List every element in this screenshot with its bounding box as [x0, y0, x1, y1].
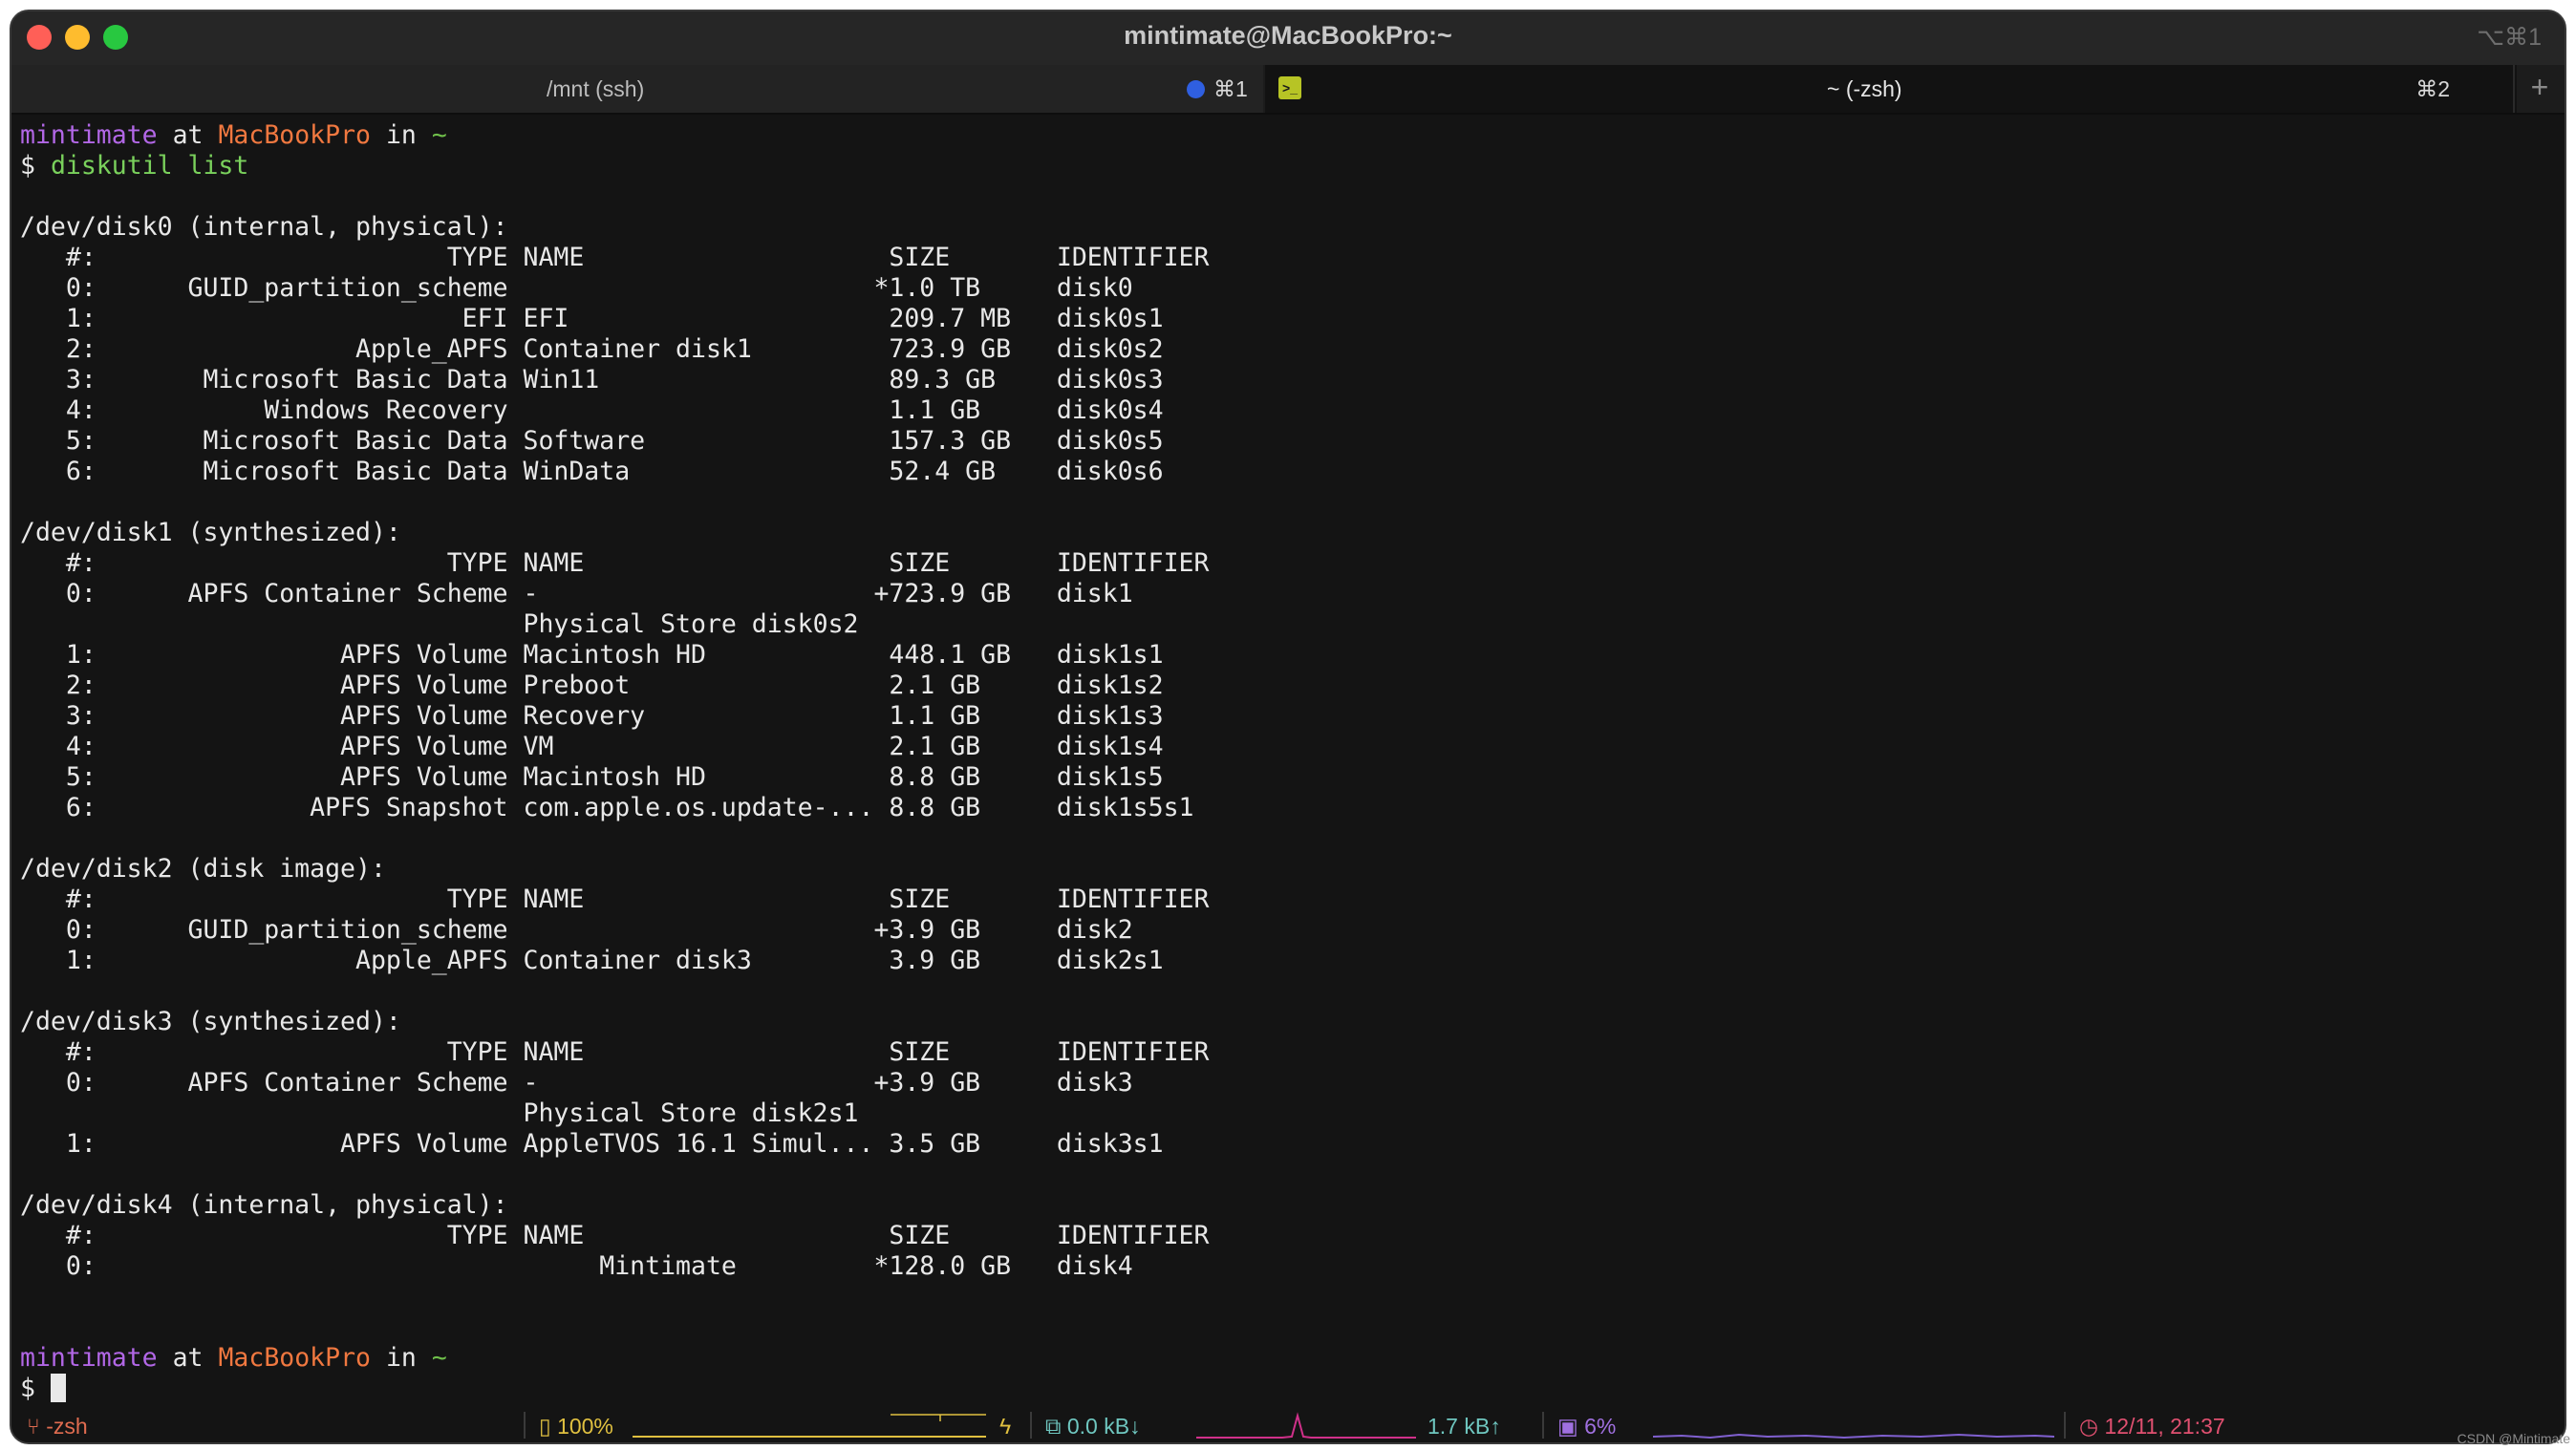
tab-shortcut: ⌘1 [1213, 76, 1248, 101]
output-line: #: TYPE NAME SIZE IDENTIFIER [65, 885, 1210, 914]
prompt-user: mintimate [20, 1343, 158, 1373]
prompt-symbol: $ [20, 1374, 35, 1403]
shell-label: -zsh [46, 1414, 88, 1439]
status-bar: ⑂ -zsh ▯ 100% ϟ ⧉ 0.0 kB↓ 1.7 kB↑ ▣ 6% ◷… [11, 1408, 2565, 1442]
window-shortcut: ⌥⌘1 [2477, 24, 2542, 51]
output-line: 2: APFS Volume Preboot 2.1 GB disk1s2 [65, 671, 1164, 700]
tab-ssh[interactable]: /mnt (ssh) ⌘1 [11, 65, 1263, 113]
divider [524, 1412, 526, 1439]
divider [1542, 1412, 1544, 1439]
output-line: /dev/disk4 (internal, physical): [20, 1190, 508, 1220]
output-line: 0: Mintimate *128.0 GB disk4 [65, 1251, 1133, 1281]
branch-icon: ⑂ [27, 1414, 40, 1439]
output-line: 6: Microsoft Basic Data WinData 52.4 GB … [65, 457, 1164, 486]
network-down-status: ⧉ 0.0 kB↓ [1045, 1414, 1141, 1439]
clock-icon: ◷ [2079, 1414, 2099, 1439]
tab-bar: /mnt (ssh) ⌘1 >_ ~ (-zsh) ⌘2 + [11, 65, 2565, 115]
prompt-dir: ~ [431, 120, 447, 150]
prompt-in: in [385, 1343, 417, 1373]
output-line: 4: APFS Volume VM 2.1 GB disk1s4 [65, 732, 1164, 761]
terminal-session[interactable]: mintimate at MacBookPro in ~ $ diskutil … [11, 115, 2565, 1414]
title-bar[interactable]: mintimate@MacBookPro:~ ⌥⌘1 [11, 11, 2565, 65]
tab-zsh[interactable]: >_ ~ (-zsh) ⌘2 [1265, 65, 2517, 113]
divider [2064, 1412, 2066, 1439]
tab-title: ~ (-zsh) [1827, 76, 1902, 101]
output-line: 0: GUID_partition_scheme +3.9 GB disk2 [65, 915, 1133, 945]
terminal-output: mintimate at MacBookPro in ~ $ diskutil … [11, 115, 2565, 1404]
network-down-label: 0.0 kB↓ [1066, 1414, 1141, 1439]
prompt-symbol: $ [20, 151, 35, 181]
battery-status: ▯ 100% [539, 1414, 613, 1439]
terminal-prompt-icon: >_ [1278, 76, 1301, 99]
new-tab-plus-icon[interactable]: + [2513, 65, 2565, 113]
tab-title: /mnt (ssh) [547, 76, 645, 101]
prompt-at: at [172, 120, 204, 150]
clock-status: ◷ 12/11, 21:37 [2079, 1414, 2225, 1439]
output-line: 1: EFI EFI 209.7 MB disk0s1 [65, 304, 1164, 333]
battery-label: 100% [557, 1414, 613, 1439]
battery-graph [633, 1414, 986, 1438]
prompt-host: MacBookPro [218, 120, 371, 150]
output-line: /dev/disk1 (synthesized): [20, 518, 401, 547]
output-line: Physical Store disk0s2 [523, 609, 859, 639]
output-line: 5: Microsoft Basic Data Software 157.3 G… [65, 426, 1164, 456]
output-line: 3: APFS Volume Recovery 1.1 GB disk1s3 [65, 701, 1164, 731]
cpu-status: ▣ 6% [1557, 1414, 1616, 1439]
output-line: #: TYPE NAME SIZE IDENTIFIER [65, 1221, 1210, 1250]
output-line: 4: Windows Recovery 1.1 GB disk0s4 [65, 395, 1164, 425]
output-line: 1: Apple_APFS Container disk3 3.9 GB dis… [65, 946, 1164, 975]
output-line: /dev/disk2 (disk image): [20, 854, 386, 884]
window-title: mintimate@MacBookPro:~ [1124, 21, 1452, 50]
output-line: 1: APFS Volume AppleTVOS 16.1 Simul... 3… [65, 1129, 1164, 1159]
output-line: 0: APFS Container Scheme - +3.9 GB disk3 [65, 1068, 1133, 1098]
divider [1030, 1412, 1032, 1439]
output-line: 1: APFS Volume Macintosh HD 448.1 GB dis… [65, 640, 1164, 670]
tab-shortcut: ⌘2 [2415, 76, 2450, 101]
shell-status: ⑂ -zsh [27, 1414, 88, 1439]
datetime-label: 12/11, 21:37 [2104, 1414, 2225, 1439]
prompt-in: in [385, 120, 417, 150]
watermark: CSDN @Mintimate [2457, 1431, 2570, 1446]
output-line: 5: APFS Volume Macintosh HD 8.8 GB disk1… [65, 762, 1164, 792]
output-line: #: TYPE NAME SIZE IDENTIFIER [65, 1037, 1210, 1067]
charging-icon: ϟ [999, 1414, 1012, 1439]
cpu-graph [1653, 1433, 2054, 1439]
prompt-at: at [172, 1343, 204, 1373]
output-line: 3: Microsoft Basic Data Win11 89.3 GB di… [65, 365, 1164, 394]
output-line: 0: APFS Container Scheme - +723.9 GB dis… [65, 579, 1133, 608]
cpu-label: 6% [1584, 1414, 1617, 1439]
output-line: /dev/disk0 (internal, physical): [20, 212, 508, 242]
output-line: 6: APFS Snapshot com.apple.os.update-...… [65, 793, 1194, 822]
text-cursor [50, 1374, 66, 1402]
network-icon: ⧉ [1045, 1414, 1062, 1439]
network-graph [1196, 1412, 1416, 1439]
output-line: Physical Store disk2s1 [523, 1098, 859, 1128]
battery-icon: ▯ [539, 1414, 551, 1439]
activity-dot-icon [1187, 80, 1205, 98]
network-up-label: 1.7 kB↑ [1428, 1414, 1501, 1439]
output-line: /dev/disk3 (synthesized): [20, 1007, 401, 1036]
output-line: 0: GUID_partition_scheme *1.0 TB disk0 [65, 273, 1133, 303]
prompt-user: mintimate [20, 120, 158, 150]
output-line: 2: Apple_APFS Container disk1 723.9 GB d… [65, 334, 1164, 364]
prompt-dir: ~ [431, 1343, 447, 1373]
terminal-window: mintimate@MacBookPro:~ ⌥⌘1 /mnt (ssh) ⌘1… [10, 10, 2566, 1444]
prompt-host: MacBookPro [218, 1343, 371, 1373]
output-line: #: TYPE NAME SIZE IDENTIFIER [65, 548, 1210, 578]
command-text: diskutil list [50, 151, 249, 181]
output-line: #: TYPE NAME SIZE IDENTIFIER [65, 243, 1210, 272]
diskutil-output: /dev/disk0 (internal, physical): #: TYPE… [20, 212, 1209, 1281]
cpu-icon: ▣ [1557, 1414, 1578, 1439]
